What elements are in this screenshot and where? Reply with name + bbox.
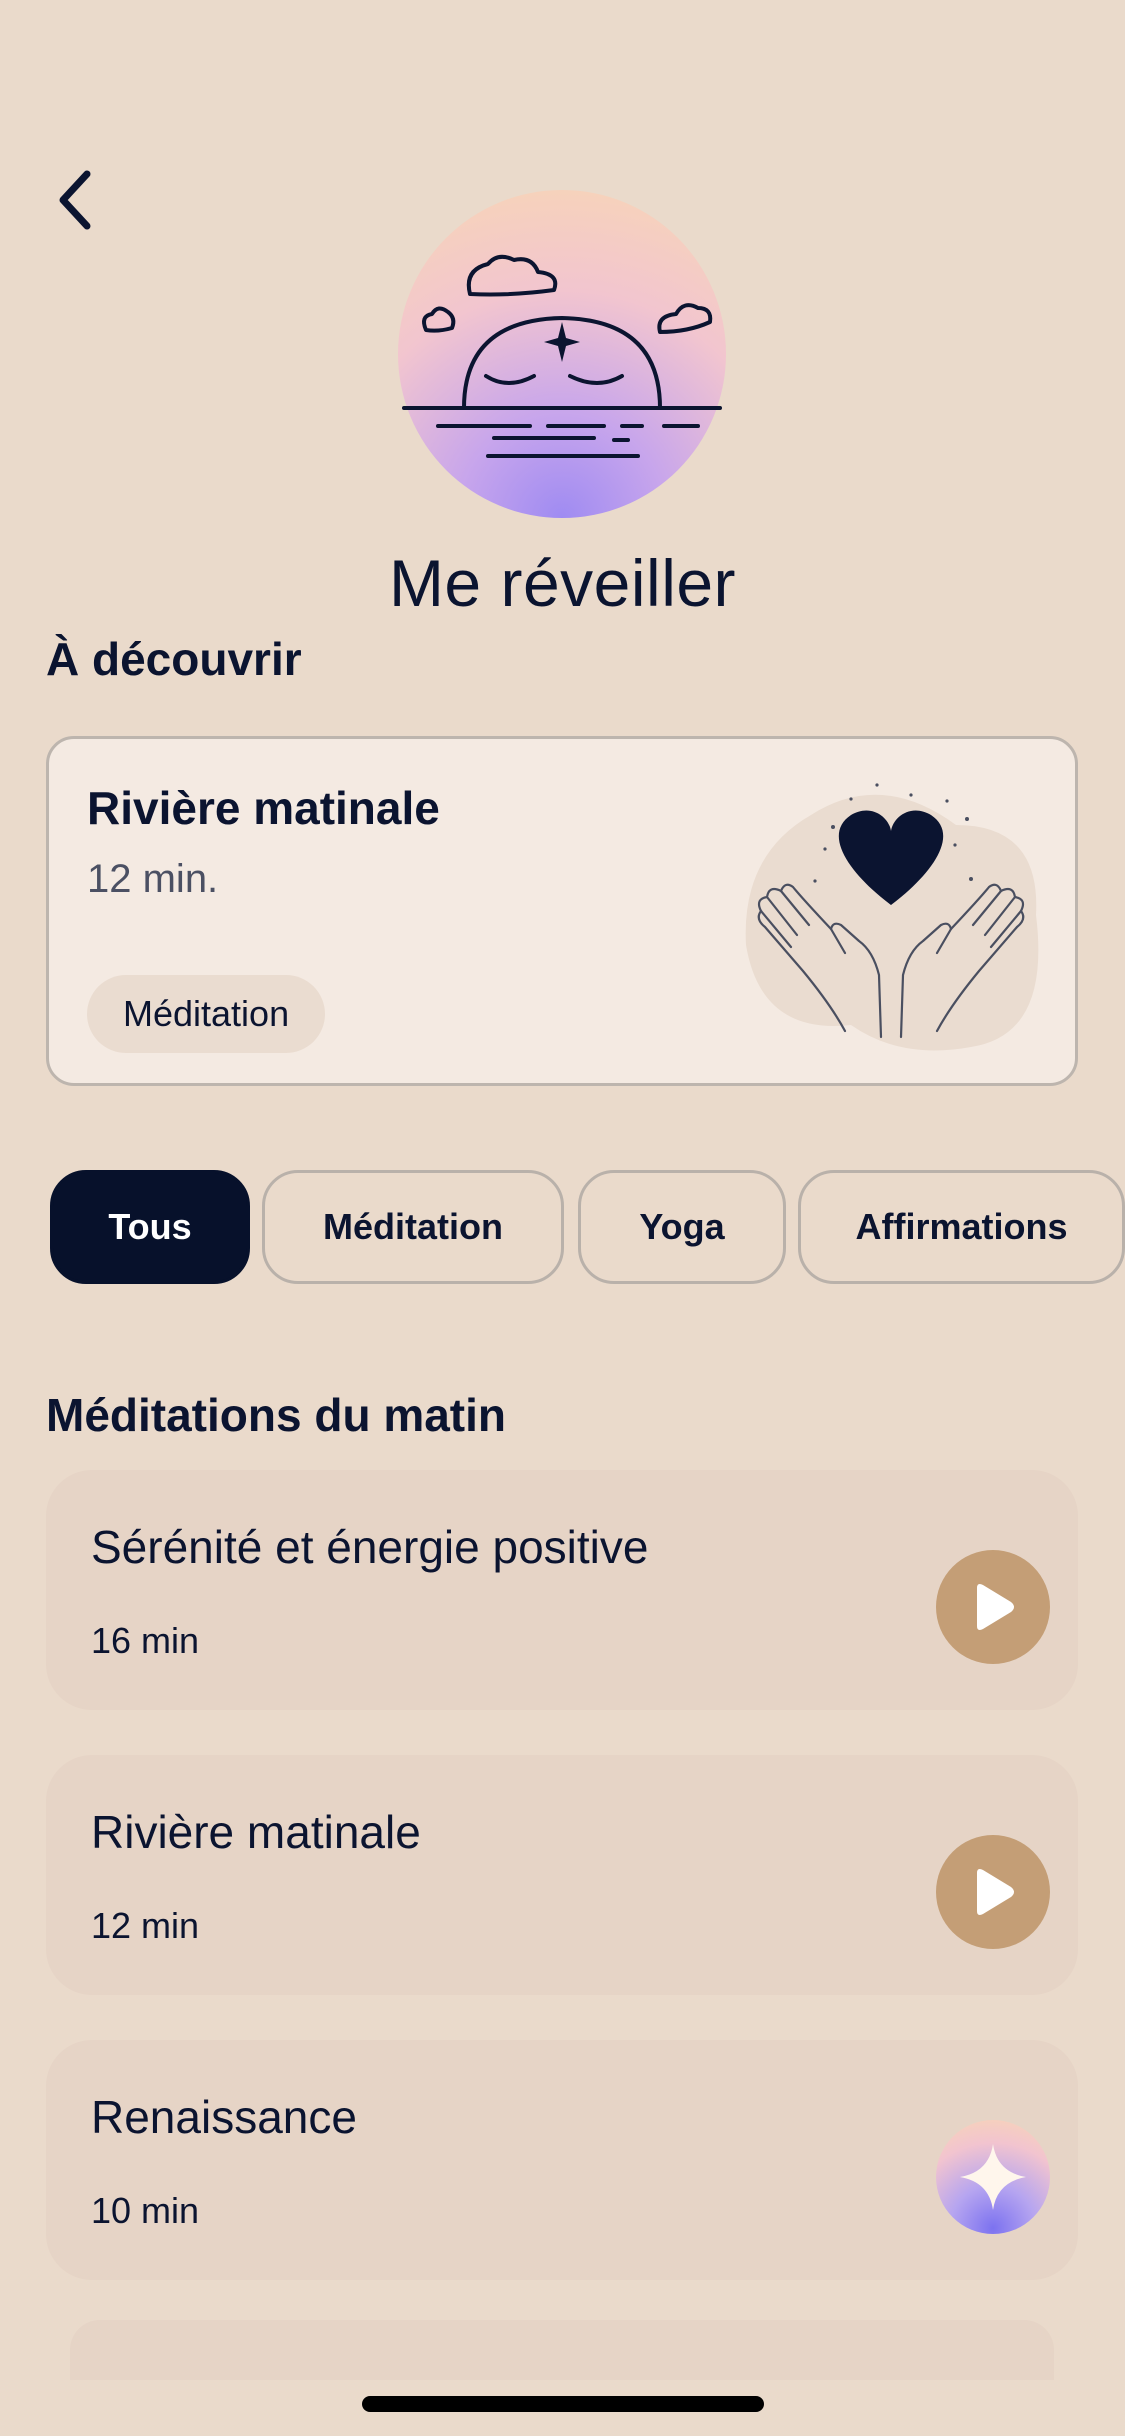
featured-title: Rivière matinale [87,782,440,834]
hero-illustration [398,190,726,518]
discover-section-title: À découvrir [46,633,302,685]
filter-chip-all[interactable]: Tous [50,1170,250,1284]
featured-illustration [741,775,1041,1065]
play-button[interactable] [936,1550,1050,1664]
featured-duration: 12 min. [87,857,219,901]
featured-card[interactable]: Rivière matinale 12 min. Méditation [46,736,1078,1086]
list-item-title: Sérénité et énergie positive [91,1521,649,1573]
filter-chip-affirmations[interactable]: Affirmations [798,1170,1125,1284]
play-icon [977,1869,1014,1915]
list-item-duration: 10 min [91,2190,200,2231]
morning-meditations-title: Méditations du matin [46,1389,506,1441]
list-item-duration: 16 min [91,1620,200,1661]
list-item-peek [70,2320,1054,2380]
chevron-left-icon [59,170,91,230]
list-item-duration: 12 min [91,1905,200,1946]
list-item-title: Rivière matinale [91,1806,421,1858]
list-item[interactable]: Sérénité et énergie positive 16 min [46,1470,1078,1710]
sparkle-icon [960,2144,1026,2210]
page-title: Me réveiller [388,546,737,620]
sunrise-illustration [402,254,722,458]
featured-tag: Méditation [87,975,326,1053]
back-button[interactable] [40,165,110,235]
home-indicator [362,2396,764,2412]
play-button[interactable] [936,1835,1050,1949]
hands-heart-illustration [745,783,1039,1051]
play-icon [977,1584,1014,1630]
filter-chip-yoga[interactable]: Yoga [578,1170,786,1284]
premium-button[interactable] [936,2120,1050,2234]
list-item[interactable]: Renaissance 10 min [46,2040,1078,2280]
list-item-title: Renaissance [91,2091,357,2143]
list-item[interactable]: Rivière matinale 12 min [46,1755,1078,1995]
filter-chip-meditation[interactable]: Méditation [262,1170,564,1284]
